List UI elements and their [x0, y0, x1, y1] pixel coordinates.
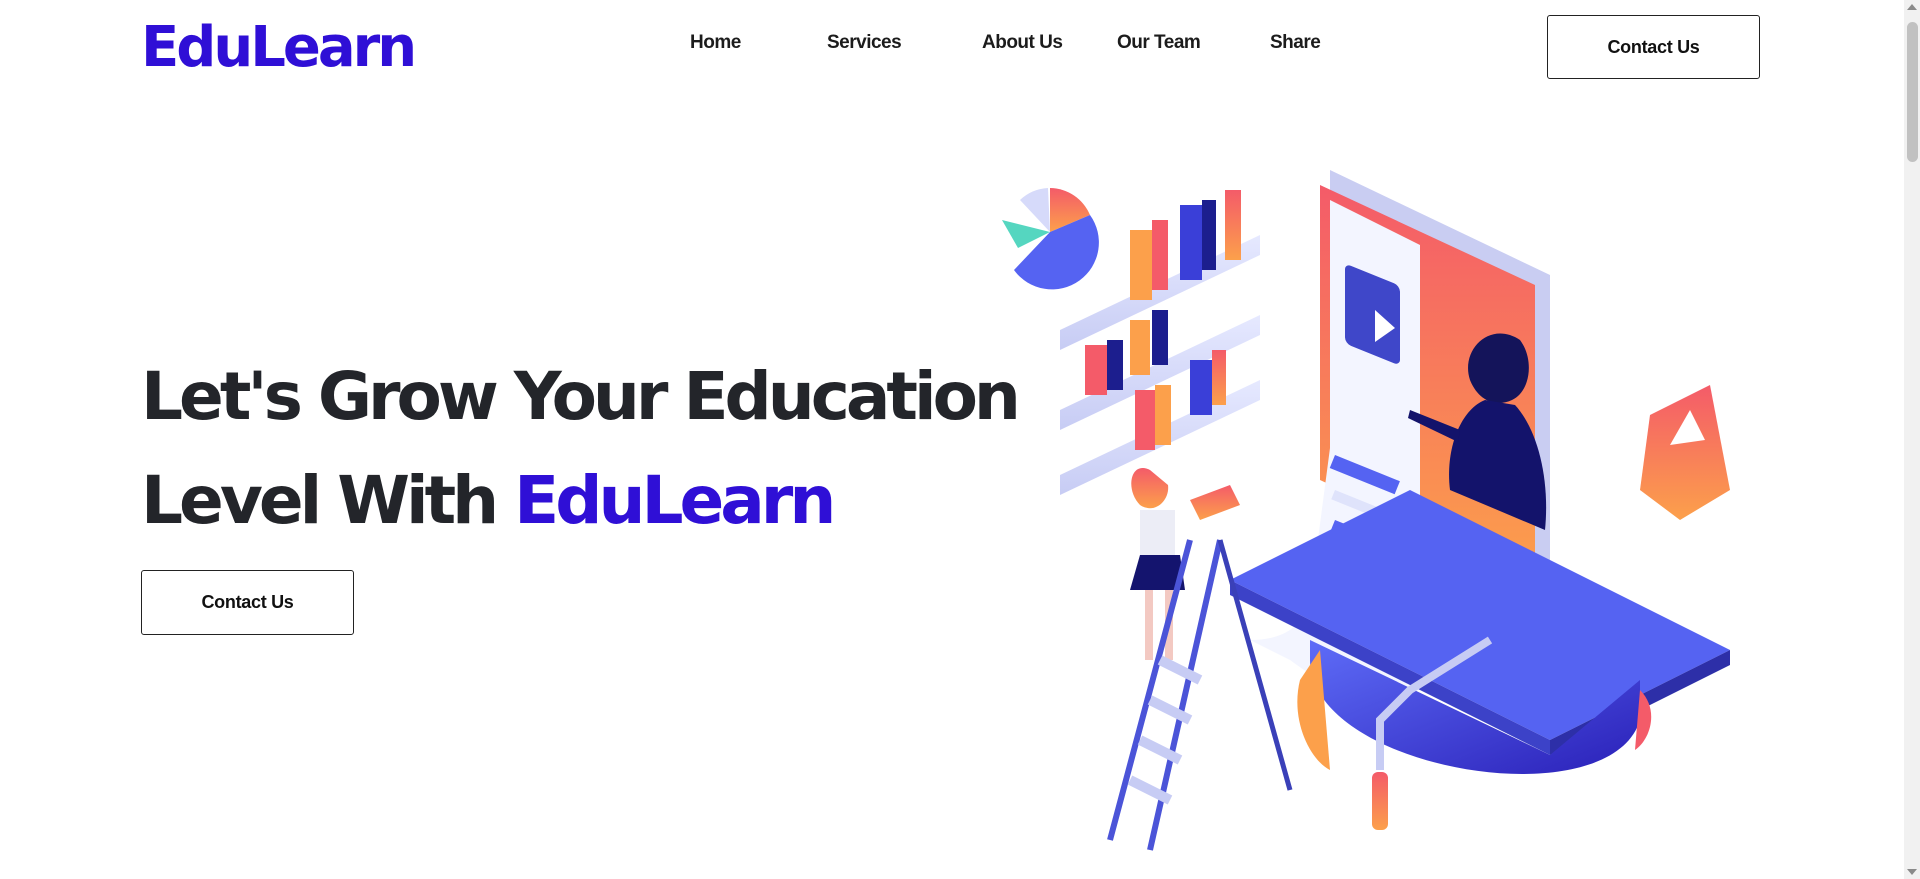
- nav-item-home[interactable]: Home: [690, 32, 741, 54]
- hero-title-brand: EduLearn: [514, 462, 836, 539]
- hero-title: Let's Grow Your Education Level With Edu…: [141, 345, 1021, 553]
- header-contact-button[interactable]: Contact Us: [1547, 15, 1760, 79]
- nav-item-services[interactable]: Services: [827, 32, 902, 54]
- nav-item-our-team[interactable]: Our Team: [1117, 32, 1201, 54]
- scrollbar-thumb[interactable]: [1907, 22, 1918, 162]
- hero-contact-button[interactable]: Contact Us: [141, 570, 354, 635]
- play-cube-icon: [1640, 385, 1730, 520]
- nav-item-share[interactable]: Share: [1270, 32, 1321, 54]
- scroll-up-icon[interactable]: [1907, 4, 1917, 10]
- nav-item-about-us[interactable]: About Us: [982, 32, 1063, 54]
- hero-title-line2-prefix: Level With: [141, 462, 515, 539]
- education-illustration: [1002, 170, 1730, 851]
- page-scrollbar[interactable]: [1904, 0, 1920, 879]
- scroll-down-icon[interactable]: [1907, 869, 1917, 875]
- hero-title-line1: Let's Grow Your Education: [141, 358, 1021, 435]
- brand-logo[interactable]: EduLearn: [141, 8, 417, 88]
- pie-chart-icon: [1002, 188, 1099, 290]
